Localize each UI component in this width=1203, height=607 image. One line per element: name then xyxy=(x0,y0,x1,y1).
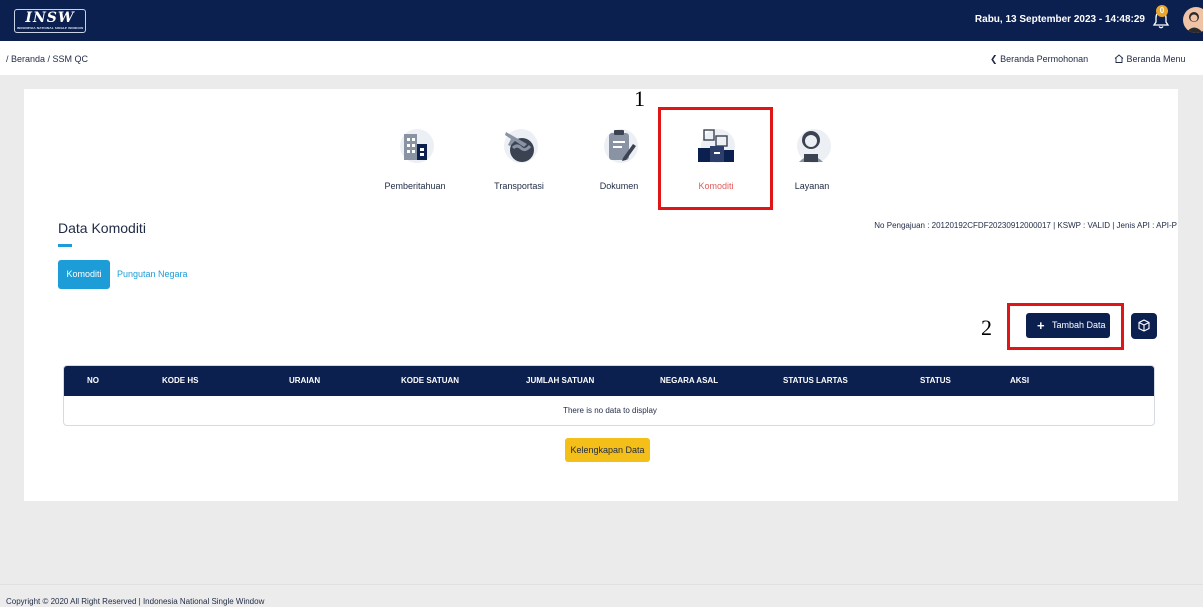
footer: Copyright © 2020 All Right Reserved | In… xyxy=(0,584,1203,607)
title-underline xyxy=(58,244,72,247)
beranda-permohonan-label: Beranda Permohonan xyxy=(1000,54,1089,64)
subtab-komoditi[interactable]: Komoditi xyxy=(58,260,110,289)
tab-dokumen[interactable]: Dokumen xyxy=(574,124,664,191)
column-header: AKSI xyxy=(1010,376,1030,385)
insw-footer-link[interactable]: Indonesia National Single Window xyxy=(143,597,264,606)
tab-label: Dokumen xyxy=(599,181,639,191)
table-header: NO KODE HS URAIAN KODE SATUAN JUMLAH SAT… xyxy=(64,366,1154,396)
column-header[interactable]: STATUS xyxy=(920,376,951,385)
beranda-permohonan-link[interactable]: ❮ Beranda Permohonan xyxy=(990,54,1088,65)
tambah-data-button[interactable]: + Tambah Data xyxy=(1026,313,1110,338)
chevron-left-icon: ❮ xyxy=(990,54,998,64)
annotation-number-2: 2 xyxy=(981,315,992,340)
tambah-data-label: Tambah Data xyxy=(1052,320,1106,330)
column-header[interactable]: URAIAN xyxy=(289,376,320,385)
tab-label: Layanan xyxy=(794,181,830,191)
page-title: Data Komoditi xyxy=(58,220,146,236)
tab-pemberitahuan[interactable]: Pemberitahuan xyxy=(370,124,460,191)
tab-layanan[interactable]: Layanan xyxy=(767,124,857,191)
logo-text: INSW xyxy=(25,10,75,26)
breadcrumb-bar: / Beranda / SSM QC ❮ Beranda Permohonan … xyxy=(0,41,1203,75)
highlight-box-komoditi xyxy=(658,107,773,210)
kelengkapan-data-button[interactable]: Kelengkapan Data xyxy=(565,438,650,462)
insw-logo[interactable]: INSW INDONESIA NATIONAL SINGLE WINDOW xyxy=(14,9,86,33)
logo-subtext: INDONESIA NATIONAL SINGLE WINDOW xyxy=(16,26,84,30)
annotation-number-1: 1 xyxy=(634,86,645,111)
copyright-text: Copyright © 2020 All Right Reserved | xyxy=(6,597,141,606)
komoditi-table: NO KODE HS URAIAN KODE SATUAN JUMLAH SAT… xyxy=(63,365,1155,426)
column-header[interactable]: NO xyxy=(87,376,99,385)
column-header[interactable]: KODE SATUAN xyxy=(401,376,459,385)
beranda-menu-link[interactable]: Beranda Menu xyxy=(1114,54,1186,64)
top-navigation-bar: INSW INDONESIA NATIONAL SINGLE WINDOW Ra… xyxy=(0,0,1203,41)
document-edit-icon xyxy=(604,129,638,163)
user-avatar-icon xyxy=(1186,12,1203,33)
beranda-menu-label: Beranda Menu xyxy=(1126,54,1186,64)
globe-plane-icon xyxy=(504,129,538,163)
submission-info: No Pengajuan : 20120192CFDF2023091200001… xyxy=(874,221,1177,230)
cube-button[interactable] xyxy=(1131,313,1157,339)
cube-icon xyxy=(1138,319,1150,332)
empty-table-message: There is no data to display xyxy=(563,406,657,415)
tab-label: Pemberitahuan xyxy=(384,181,446,191)
subtab-pungutan-negara[interactable]: Pungutan Negara xyxy=(117,269,188,279)
column-header[interactable]: KODE HS xyxy=(162,376,198,385)
plus-icon: + xyxy=(1037,318,1045,333)
current-datetime: Rabu, 13 September 2023 - 14:48:29 xyxy=(974,14,1145,25)
user-avatar[interactable] xyxy=(1183,7,1203,33)
home-icon xyxy=(1114,54,1124,63)
customer-service-icon xyxy=(797,129,831,163)
footer-text: Copyright © 2020 All Right Reserved | In… xyxy=(6,597,264,606)
breadcrumb[interactable]: / Beranda / SSM QC xyxy=(6,54,88,64)
column-header[interactable]: JUMLAH SATUAN xyxy=(526,376,594,385)
tab-transportasi[interactable]: Transportasi xyxy=(474,124,564,191)
notification-badge: 0 xyxy=(1156,5,1168,17)
column-header[interactable]: NEGARA ASAL xyxy=(660,376,718,385)
building-icon xyxy=(400,129,434,163)
column-header[interactable]: STATUS LARTAS xyxy=(783,376,848,385)
tab-label: Transportasi xyxy=(494,181,544,191)
